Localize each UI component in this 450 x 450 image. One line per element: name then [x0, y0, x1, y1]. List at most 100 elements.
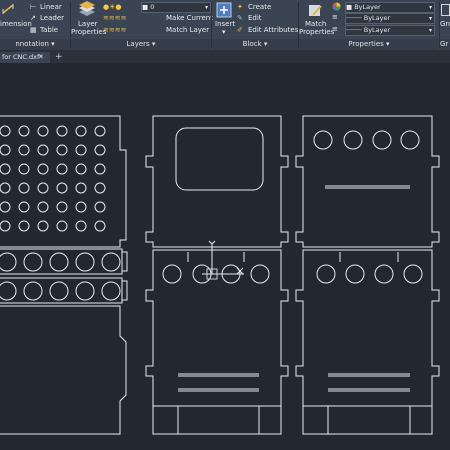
layer-state-icons[interactable]: ●☀●: [103, 3, 122, 12]
drill-hole: [75, 220, 87, 232]
drill-hole: [0, 144, 11, 156]
color-wheel-icon[interactable]: [332, 2, 341, 11]
drill-hole: [0, 201, 11, 213]
drill-hole: [75, 144, 87, 156]
match-label-2[interactable]: Properties: [299, 28, 334, 37]
linear-icon[interactable]: ⊢: [30, 3, 36, 12]
drill-hole: [18, 163, 30, 175]
drill-hole: [37, 163, 49, 175]
drawing-tab[interactable]: for CNC.dxf* ✕: [0, 52, 50, 63]
new-tab-button[interactable]: +: [55, 52, 63, 62]
layer-tools-row-1[interactable]: ≋≋≋≋: [103, 14, 126, 23]
display-cutout: [175, 127, 264, 191]
group-label[interactable]: Gro: [440, 20, 450, 29]
block-panel: Insert ▾ ✦ Create ✎ Edit ✐ Edit Attribut…: [212, 0, 298, 40]
dimension-label[interactable]: imension: [0, 20, 32, 29]
drill-hole: [0, 125, 11, 137]
tube-hole: [75, 252, 95, 272]
drill-hole: [75, 182, 87, 194]
drill-hole: [37, 182, 49, 194]
properties-panel-title[interactable]: Properties ▾: [299, 39, 439, 50]
drill-hole: [56, 163, 68, 175]
tube-hole: [101, 281, 121, 301]
edit-attributes-icon[interactable]: ✐: [237, 26, 243, 35]
drill-hole: [18, 201, 30, 213]
layer-properties-icon[interactable]: [77, 1, 97, 17]
insert-dropdown-arrow[interactable]: ▾: [222, 28, 226, 37]
drill-hole: [56, 125, 68, 137]
cad-linework: [0, 115, 440, 435]
groups-panel: Gro: [440, 0, 450, 40]
tube-holes: [0, 252, 121, 301]
groups-panel-title[interactable]: Gr: [440, 39, 450, 50]
lineweight-icon[interactable]: ≡: [332, 13, 338, 22]
linetype-icon[interactable]: ≡: [332, 25, 338, 34]
layer-tools-row-2[interactable]: ≋≋≋≋: [103, 26, 126, 35]
layers-panel-title[interactable]: Layers ▾: [71, 39, 211, 50]
drill-hole: [56, 220, 68, 232]
color-dropdown[interactable]: ■ ByLayer ▾: [345, 2, 435, 13]
drill-hole: [0, 182, 11, 194]
drawing-tab-label[interactable]: for CNC.dxf*: [2, 53, 43, 61]
drill-hole: [56, 144, 68, 156]
tube-hole: [49, 281, 69, 301]
drill-hole: [18, 182, 30, 194]
drill-hole: [75, 163, 87, 175]
create-label[interactable]: Create: [248, 3, 271, 12]
linetype-dropdown[interactable]: ──── ByLayer ▾: [345, 25, 435, 36]
create-block-icon[interactable]: ✦: [237, 3, 243, 12]
group-icon[interactable]: [441, 4, 450, 16]
dimension-icon[interactable]: [2, 3, 14, 15]
drill-hole: [94, 163, 106, 175]
ribbon: imension ⊢ Linear ↗ Leader ▦ Table nnota…: [0, 0, 450, 51]
lineweight-dropdown[interactable]: ──── ByLayer ▾: [345, 13, 435, 24]
drill-hole: [94, 144, 106, 156]
drill-hole: [56, 201, 68, 213]
layer-properties-label-2[interactable]: Properties: [71, 28, 106, 37]
drill-hole: [94, 201, 106, 213]
table-label[interactable]: Table: [40, 26, 58, 35]
document-tab-bar: for CNC.dxf* ✕: [0, 51, 450, 63]
match-layer-label[interactable]: Match Layer: [166, 26, 209, 35]
tube-hole: [0, 252, 17, 272]
close-icon[interactable]: ✕: [38, 52, 44, 63]
annotation-panel-title[interactable]: nnotation ▾: [0, 39, 70, 50]
drill-hole: [37, 220, 49, 232]
drill-hole: [18, 144, 30, 156]
drill-hole: [18, 220, 30, 232]
drill-hole: [37, 201, 49, 213]
tube-hole: [75, 281, 95, 301]
left-lower-panel: [0, 305, 127, 435]
tube-hole: [0, 281, 17, 301]
tube-hole: [49, 252, 69, 272]
drawing-canvas[interactable]: [0, 63, 450, 450]
block-panel-title[interactable]: Block ▾: [212, 39, 298, 50]
drill-hole: [0, 163, 11, 175]
make-current-label[interactable]: Make Current: [166, 14, 213, 23]
match-properties-icon[interactable]: [307, 2, 323, 18]
drill-hole: [37, 125, 49, 137]
current-layer-dropdown[interactable]: ■ 0 ▾: [141, 2, 211, 13]
tube-hole: [101, 252, 121, 272]
tube-hole: [23, 252, 43, 272]
hole-grid: [0, 125, 106, 232]
edit-label[interactable]: Edit: [248, 14, 262, 23]
edit-block-icon[interactable]: ✎: [237, 14, 243, 23]
layers-panel: Layer Properties ●☀● ■ 0 ▾ ≋≋≋≋ Make Curr…: [71, 0, 213, 40]
drill-hole: [56, 182, 68, 194]
edit-attributes-label[interactable]: Edit Attributes: [248, 26, 298, 35]
drill-hole: [75, 201, 87, 213]
drill-hole: [0, 220, 11, 232]
leader-label[interactable]: Leader: [40, 14, 64, 23]
drill-hole: [75, 125, 87, 137]
leader-icon[interactable]: ↗: [30, 14, 36, 23]
tube-hole: [23, 281, 43, 301]
table-icon[interactable]: ▦: [30, 26, 37, 35]
insert-block-icon[interactable]: [216, 2, 232, 18]
drill-hole: [94, 220, 106, 232]
drill-hole: [18, 125, 30, 137]
properties-panel: Match Properties ≡ ≡ ■ ByLayer ▾ ──── ByL…: [299, 0, 439, 40]
drill-hole: [94, 182, 106, 194]
linear-label[interactable]: Linear: [40, 3, 62, 12]
front-panel-top: [145, 115, 289, 248]
